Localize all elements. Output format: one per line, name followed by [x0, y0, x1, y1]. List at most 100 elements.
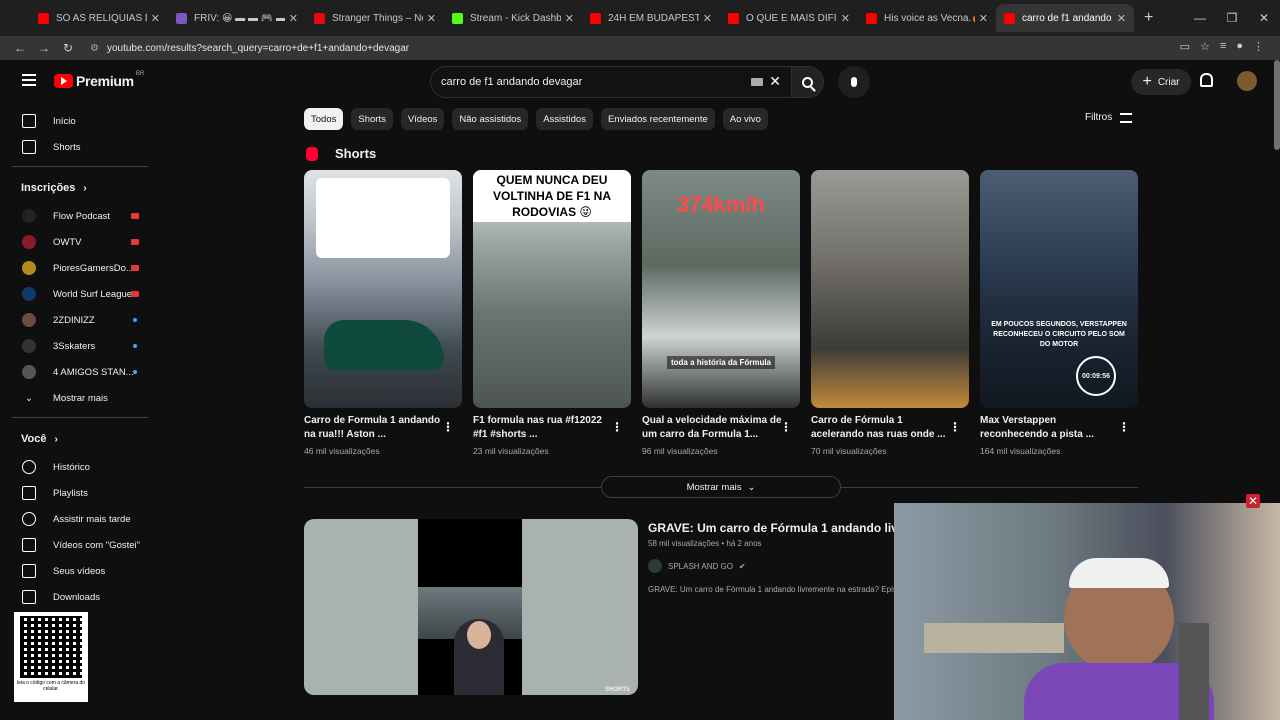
filter-chip[interactable]: Shorts [351, 108, 393, 130]
filter-chip[interactable]: Assistidos [536, 108, 593, 130]
forward-icon[interactable]: → [32, 41, 56, 55]
filter-chip[interactable]: Vídeos [400, 108, 445, 130]
extensions-icon[interactable]: ≡ [1220, 40, 1226, 53]
sidebar-item-playlists[interactable]: Playlists [0, 480, 160, 506]
show-more-subscriptions[interactable]: ⌄ Mostrar mais [0, 385, 160, 411]
back-icon[interactable]: ← [8, 41, 32, 55]
close-window-icon[interactable]: ✕ [1248, 11, 1280, 25]
bookmark-star-icon[interactable]: ☆ [1200, 40, 1210, 53]
filter-chip[interactable]: Ao vivo [722, 108, 768, 130]
short-card[interactable]: Carro de Formula 1 andando na rua!!! Ast… [304, 170, 462, 456]
channel-link[interactable]: SPLASH AND GO ✔ [648, 559, 746, 573]
site-info-icon[interactable]: ⚙ [90, 43, 99, 54]
sidebar-subscription[interactable]: 4 AMIGOS STAN... [0, 359, 160, 385]
create-button[interactable]: + Criar [1131, 69, 1191, 95]
clear-search-icon[interactable]: ✕ [769, 73, 781, 90]
close-tab-icon[interactable]: ✕ [427, 12, 436, 25]
video-thumbnail[interactable]: SHORTS [304, 519, 638, 695]
video-result[interactable]: SHORTS GRAVE: Um carro de Fórmula 1 anda… [304, 519, 908, 695]
short-title[interactable]: Carro de Formula 1 andando na rua!!! Ast… [304, 414, 444, 444]
browser-tab[interactable]: Stranger Things – Netflix✕ [306, 4, 444, 32]
filter-chip[interactable]: Não assistidos [452, 108, 529, 130]
more-options-icon[interactable]: ⋮ [949, 420, 961, 434]
shorts-icon [22, 140, 36, 154]
browser-tab[interactable]: SÓ AS RELIQUIAS DA INTE✕ [30, 4, 168, 32]
sidebar-subscription[interactable]: World Surf League [0, 281, 160, 307]
show-more-shorts-button[interactable]: Mostrar mais ⌄ [601, 476, 841, 498]
browser-tab[interactable]: O QUE É MAIS DIFÍCIL DE✕ [720, 4, 858, 32]
page-scrollbar[interactable] [1274, 60, 1280, 150]
filters-button[interactable]: Filtros [1085, 112, 1133, 123]
short-thumbnail[interactable] [304, 170, 462, 408]
browser-tab[interactable]: Stream - Kick Dashboard✕ [444, 4, 582, 32]
url-field[interactable]: ⚙ youtube.com/results?search_query=carro+… [90, 38, 1210, 58]
tab-favicon-icon [1004, 12, 1015, 24]
browser-tab[interactable]: 24H EM BUDAPESTE O PA✕ [582, 4, 720, 32]
short-card[interactable]: 374km/h toda a história da Fórmula Qual a… [642, 170, 800, 456]
browser-tab[interactable]: His voice as Vecna.🔥 | Ja✕ [858, 4, 996, 32]
short-title[interactable]: F1 formula nas rua #f12022 #f1 #shorts .… [473, 414, 613, 444]
subscriptions-header[interactable]: Inscrições › [0, 173, 160, 203]
sidebar-item-shorts[interactable]: Shorts [0, 134, 160, 160]
short-thumbnail[interactable]: EM POUCOS SEGUNDOS, VERSTAPPEN RECONHECE… [980, 170, 1138, 408]
search-input[interactable]: carro de f1 andando devagar ✕ [430, 66, 792, 98]
short-title[interactable]: Max Verstappen reconhecendo a pista ... [980, 414, 1120, 444]
sidebar-item-history[interactable]: Histórico [0, 454, 160, 480]
search-button[interactable] [792, 66, 824, 98]
shorts-badge: SHORTS [604, 687, 630, 693]
sidebar-subscription[interactable]: OWTV [0, 229, 160, 255]
close-tab-icon[interactable]: ✕ [979, 12, 988, 25]
more-options-icon[interactable]: ⋮ [1118, 420, 1130, 434]
filter-chip[interactable]: Todos [304, 108, 344, 130]
sidebar-subscription[interactable]: 3Sskaters [0, 333, 160, 359]
sidebar-item-download[interactable]: Downloads [0, 584, 160, 610]
voice-search-button[interactable] [838, 66, 870, 98]
close-tab-icon[interactable]: ✕ [289, 12, 298, 25]
sidebar-item-watch-later[interactable]: Assistir mais tarde [0, 506, 160, 532]
sidebar-item-your-videos[interactable]: Seus vídeos [0, 558, 160, 584]
more-options-icon[interactable]: ⋮ [611, 420, 623, 434]
short-title[interactable]: Carro de Fórmula 1 acelerando nas ruas o… [811, 414, 951, 444]
sidebar-item-home[interactable]: Início [0, 108, 160, 134]
short-title[interactable]: Qual a velocidade máxima de um carro da … [642, 414, 782, 444]
close-tab-icon[interactable]: ✕ [565, 12, 574, 25]
close-tab-icon[interactable]: ✕ [1117, 12, 1126, 25]
short-thumbnail[interactable]: 374km/h toda a história da Fórmula [642, 170, 800, 408]
more-options-icon[interactable]: ⋮ [780, 420, 792, 434]
short-card[interactable]: EM POUCOS SEGUNDOS, VERSTAPPEN RECONHECE… [980, 170, 1138, 456]
browser-menu-icon[interactable]: ⋮ [1253, 40, 1264, 53]
sidebar-subscription[interactable]: PioresGamersDo... [0, 255, 160, 281]
minimize-icon[interactable]: — [1184, 11, 1216, 25]
close-tab-icon[interactable]: ✕ [841, 12, 850, 25]
sidebar-subscription[interactable]: 2ZDINIZZ [0, 307, 160, 333]
close-tab-icon[interactable]: ✕ [703, 12, 712, 25]
browser-tab[interactable]: FRIV: 😀 ▬ ▬ 🎮 ▬ ▬ ▬ 😂✕ [168, 4, 306, 32]
video-title[interactable]: GRAVE: Um carro de Fórmula 1 andando liv… [648, 521, 908, 535]
sidebar-subscription[interactable]: Flow Podcast [0, 203, 160, 229]
keyboard-icon[interactable] [751, 78, 763, 86]
cast-icon[interactable]: ▭ [1180, 40, 1190, 53]
more-options-icon[interactable]: ⋮ [442, 420, 454, 434]
close-tab-icon[interactable]: ✕ [151, 12, 160, 25]
youtube-premium-logo[interactable]: Premium BR [54, 71, 144, 89]
new-tab-icon[interactable]: + [1144, 9, 1153, 27]
video-meta: 58 mil visualizações • há 2 anos [648, 539, 762, 548]
tab-favicon-icon [38, 12, 49, 24]
reload-icon[interactable]: ↻ [56, 41, 80, 55]
you-header[interactable]: Você › [0, 424, 160, 454]
hamburger-menu-icon[interactable] [22, 74, 36, 86]
sidebar-divider [12, 166, 148, 167]
short-thumbnail[interactable] [811, 170, 969, 408]
sidebar-item-like[interactable]: Vídeos com "Gostei" [0, 532, 160, 558]
maximize-icon[interactable]: ❐ [1216, 11, 1248, 25]
short-card[interactable]: Carro de Fórmula 1 acelerando nas ruas o… [811, 170, 969, 456]
short-card[interactable]: QUEM NUNCA DEU VOLTINHA DE F1 NA RODOVIA… [473, 170, 631, 456]
browser-tab[interactable]: carro de f1 andando ✕ [996, 4, 1134, 32]
shorts-logo-icon [306, 146, 318, 161]
filter-chip[interactable]: Enviados recentemente [600, 108, 715, 130]
user-avatar[interactable] [1237, 71, 1257, 91]
profile-icon[interactable]: ● [1236, 40, 1243, 53]
short-thumbnail[interactable]: QUEM NUNCA DEU VOLTINHA DE F1 NA RODOVIA… [473, 170, 631, 408]
notifications-bell-icon[interactable] [1200, 73, 1213, 87]
close-overlay-icon[interactable]: ✕ [1246, 494, 1260, 508]
